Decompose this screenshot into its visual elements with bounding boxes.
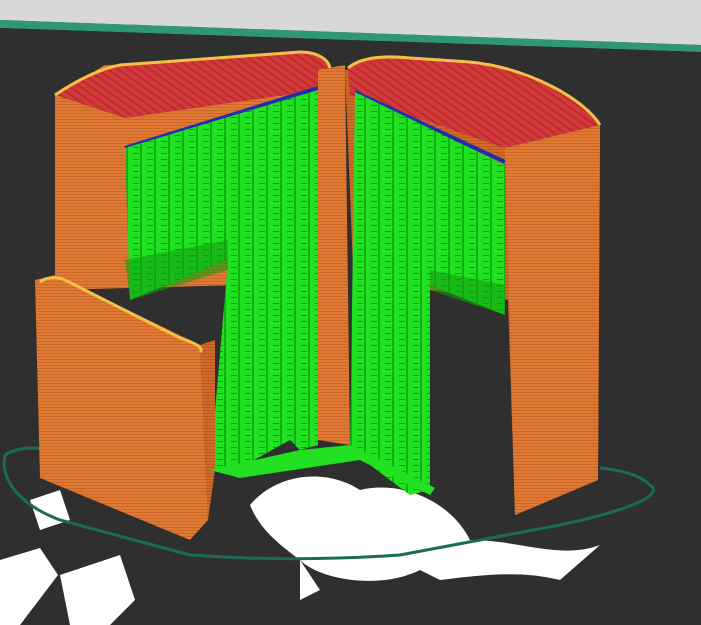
center-column	[318, 65, 350, 445]
back-right-front-face	[505, 125, 600, 515]
3d-scene-canvas[interactable]	[0, 0, 701, 625]
print-preview-viewport[interactable]	[0, 0, 701, 625]
